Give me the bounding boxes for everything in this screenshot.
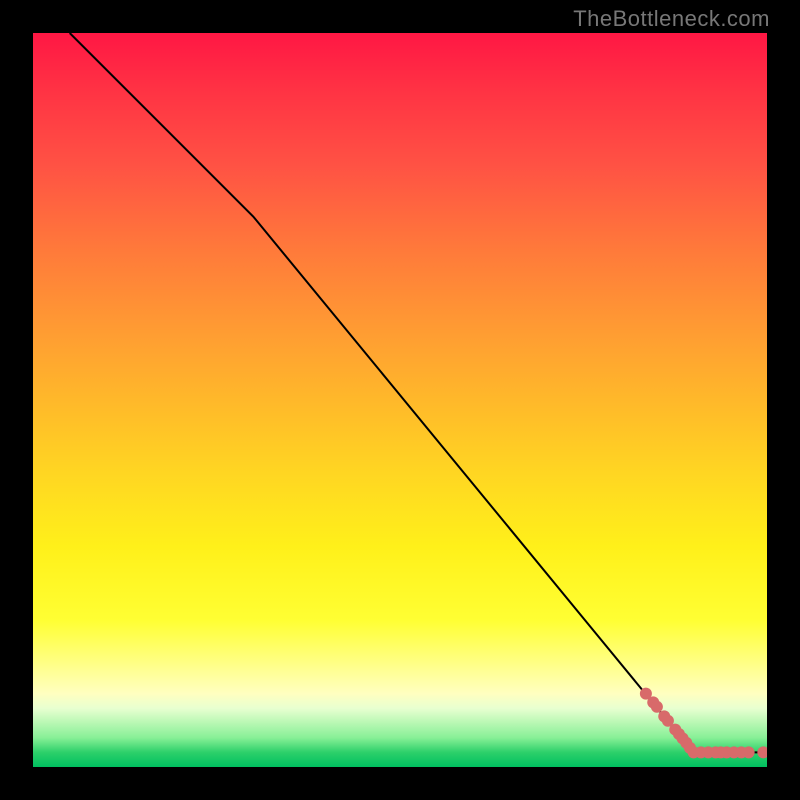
watermark-text: TheBottleneck.com: [573, 6, 770, 32]
chart-container: TheBottleneck.com: [0, 0, 800, 800]
plot-background: [33, 33, 767, 767]
